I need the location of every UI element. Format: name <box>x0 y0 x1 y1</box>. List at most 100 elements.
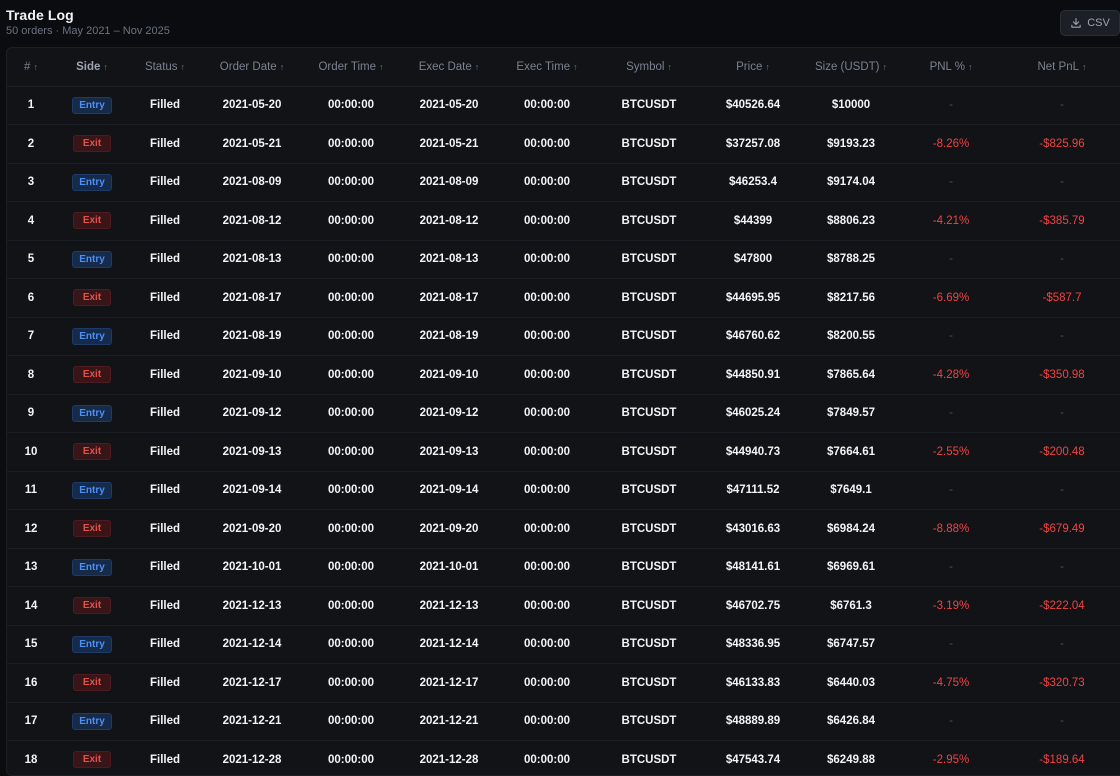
table-row[interactable]: 4 Exit Filled 2021-08-12 00:00:00 2021-08-12 0… <box>7 202 1120 240</box>
pnl-pct-cell: -4.21% <box>932 214 970 227</box>
exec-time-cell: 00:00:00 <box>523 368 571 381</box>
col-status-header[interactable]: Status ↑ <box>129 48 201 87</box>
table-row[interactable]: 6 Exit Filled 2021-08-17 00:00:00 2021-08-17 0… <box>7 279 1120 317</box>
table-row[interactable]: 9 Entry Filled 2021-09-12 00:00:00 2021-09-12… <box>7 394 1120 433</box>
order-time-cell: 00:00:00 <box>327 753 375 766</box>
pnl-pct-cell: -2.95% <box>932 753 970 766</box>
order-date-cell: 2021-05-20 <box>222 99 282 112</box>
table-row[interactable]: 8 Exit Filled 2021-09-10 00:00:00 2021-09-10 0… <box>7 356 1120 394</box>
side-cell: Exit <box>55 587 129 626</box>
symbol-cell: BTCUSDT <box>621 176 677 189</box>
table-row[interactable]: 7 Entry Filled 2021-08-19 00:00:00 2021-08-19… <box>7 317 1120 356</box>
net-pnl-cell: - <box>1060 330 1064 343</box>
order-time-cell: 00:00:00 <box>327 137 375 150</box>
size-cell: $6747.57 <box>827 638 875 651</box>
pnl-pct-cell: - <box>949 176 953 189</box>
col-order-time-header[interactable]: Order Time ↑ <box>303 48 399 87</box>
symbol-cell: BTCUSDT <box>621 522 677 535</box>
size-cell: $6426.84 <box>827 715 875 728</box>
row-index: 11 <box>24 484 38 497</box>
net-pnl-cell: -$222.04 <box>1039 599 1085 612</box>
status-cell: Filled <box>149 407 181 420</box>
exec-time-cell: 00:00:00 <box>523 214 571 227</box>
col-symbol-header[interactable]: Symbol ↑ <box>595 48 703 87</box>
col-price-header[interactable]: Price ↑ <box>703 48 803 87</box>
symbol-cell: BTCUSDT <box>621 368 677 381</box>
column-header-label: # <box>24 60 31 73</box>
table-row[interactable]: 3 Entry Filled 2021-08-09 00:00:00 2021-08-09… <box>7 163 1120 202</box>
csv-export-button[interactable]: CSV <box>1060 10 1120 36</box>
column-header-label: Symbol <box>626 60 665 73</box>
size-cell: $6984.24 <box>827 522 875 535</box>
table-row[interactable]: 14 Exit Filled 2021-12-13 00:00:00 2021-12-13… <box>7 587 1120 626</box>
exec-time-cell: 00:00:00 <box>523 99 571 112</box>
side-cell: Entry <box>55 625 129 664</box>
side-cell: Exit <box>55 510 129 549</box>
symbol-cell: BTCUSDT <box>621 330 677 343</box>
table-row[interactable]: 1 Entry Filled 2021-05-20 00:00:00 2021-05-20… <box>7 86 1120 125</box>
table-row[interactable]: 15 Entry Filled 2021-12-14 00:00:00 2021-12-1… <box>7 625 1120 664</box>
entry-badge: Entry <box>72 327 112 345</box>
table-row[interactable]: 18 Exit Filled 2021-12-28 00:00:00 2021-12-28… <box>7 741 1120 776</box>
exec-time-cell: 00:00:00 <box>523 176 571 189</box>
csv-button-label: CSV <box>1087 17 1110 29</box>
side-cell: Entry <box>55 548 129 587</box>
col-exec-date-header[interactable]: Exec Date ↑ <box>399 48 499 87</box>
size-cell: $8806.23 <box>827 214 875 227</box>
size-cell: $8217.56 <box>827 291 875 304</box>
order-time-cell: 00:00:00 <box>327 253 375 266</box>
price-cell: $44695.95 <box>725 291 781 304</box>
entry-badge: Entry <box>72 558 112 576</box>
col-pnl-pct-header[interactable]: PNL % ↑ <box>899 48 1003 87</box>
order-time-cell: 00:00:00 <box>327 676 375 689</box>
price-cell: $47111.52 <box>726 484 780 497</box>
symbol-cell: BTCUSDT <box>621 253 677 266</box>
price-cell: $44399 <box>733 214 773 227</box>
order-time-cell: 00:00:00 <box>327 638 375 651</box>
order-date-cell: 2021-12-14 <box>222 638 282 651</box>
table-row[interactable]: 12 Exit Filled 2021-09-20 00:00:00 2021-09-20… <box>7 510 1120 549</box>
table-row[interactable]: 2 Exit Filled 2021-05-21 00:00:00 2021-05-21 0… <box>7 125 1120 163</box>
size-cell: $7849.57 <box>827 407 875 420</box>
row-index: 13 <box>24 561 38 574</box>
table-row[interactable]: 10 Exit Filled 2021-09-13 00:00:00 2021-09-13… <box>7 433 1120 471</box>
col-exec-time-header[interactable]: Exec Time ↑ <box>499 48 595 87</box>
net-pnl-cell: -$189.64 <box>1039 753 1085 766</box>
table-row[interactable]: 13 Entry Filled 2021-10-01 00:00:00 2021-10-0… <box>7 548 1120 587</box>
size-cell: $6249.88 <box>827 753 875 766</box>
table-row[interactable]: 17 Entry Filled 2021-12-21 00:00:00 2021-12-2… <box>7 702 1120 741</box>
pnl-pct-cell: - <box>949 484 953 497</box>
order-time-cell: 00:00:00 <box>327 599 375 612</box>
col-index-header[interactable]: # ↑ <box>7 48 55 87</box>
col-side-header[interactable]: Side ↑ <box>55 48 129 87</box>
table-row[interactable]: 16 Exit Filled 2021-12-17 00:00:00 2021-12-17… <box>7 664 1120 702</box>
col-net-pnl-header[interactable]: Net PnL ↑ <box>1003 48 1120 87</box>
table-row[interactable]: 11 Entry Filled 2021-09-14 00:00:00 2021-09-1… <box>7 471 1120 510</box>
col-order-date-header[interactable]: Order Date ↑ <box>201 48 303 87</box>
sort-arrow-icon: ↑ <box>180 61 186 72</box>
order-date-cell: 2021-08-17 <box>222 291 282 304</box>
col-size-header[interactable]: Size (USDT) ↑ <box>803 48 899 87</box>
pnl-pct-cell: - <box>949 99 953 112</box>
sort-arrow-icon: ↑ <box>573 61 578 72</box>
pnl-pct-cell: -6.69% <box>932 291 970 304</box>
order-date-cell: 2021-09-13 <box>222 445 282 458</box>
pnl-pct-cell: - <box>949 561 953 574</box>
order-date-cell: 2021-09-20 <box>222 522 282 535</box>
order-time-cell: 00:00:00 <box>327 561 375 574</box>
symbol-cell: BTCUSDT <box>621 407 677 420</box>
size-cell: $6761.3 <box>830 599 872 612</box>
price-cell: $47800 <box>733 253 773 266</box>
pnl-pct-cell: - <box>949 638 953 651</box>
pnl-pct-cell: - <box>949 715 953 728</box>
exec-time-cell: 00:00:00 <box>523 484 571 497</box>
size-cell: $10000 <box>831 99 871 112</box>
order-time-cell: 00:00:00 <box>327 368 375 381</box>
row-index: 17 <box>24 715 38 728</box>
pnl-pct-cell: - <box>949 253 953 266</box>
order-date-cell: 2021-08-12 <box>222 214 282 227</box>
row-index: 12 <box>24 522 38 535</box>
table-row[interactable]: 5 Entry Filled 2021-08-13 00:00:00 2021-08-13… <box>7 240 1120 279</box>
row-index: 8 <box>27 368 35 381</box>
sort-arrow-icon: ↑ <box>103 61 108 72</box>
